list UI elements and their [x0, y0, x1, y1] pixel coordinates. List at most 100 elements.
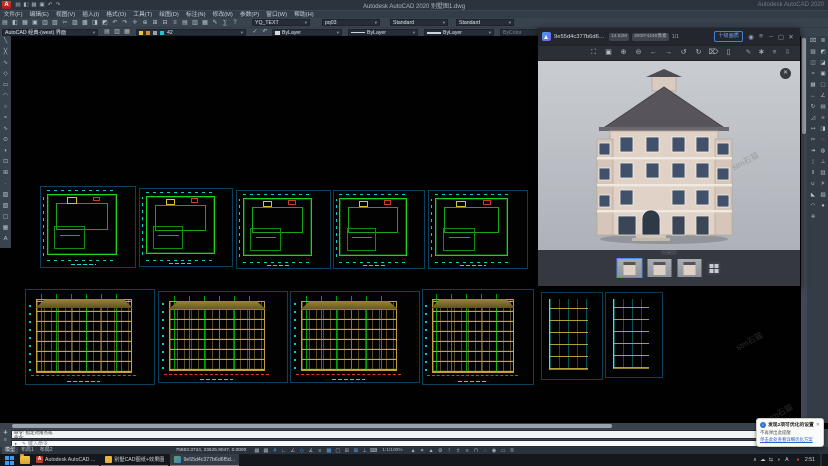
tool-palettes-icon[interactable]: ▥: [190, 19, 200, 27]
break-icon[interactable]: ‖: [808, 168, 818, 179]
save-icon[interactable]: ▦: [20, 19, 30, 27]
scale-icon[interactable]: ◿: [808, 113, 818, 124]
explode-icon[interactable]: ※: [808, 212, 818, 223]
thumbnail-2[interactable]: [648, 259, 672, 277]
properties-icon[interactable]: ≡: [818, 113, 828, 124]
rectangle-icon[interactable]: ▭: [0, 80, 11, 91]
polyline-icon[interactable]: ∿: [0, 58, 11, 69]
hide-icon[interactable]: ◍: [818, 146, 828, 157]
match-icon[interactable]: ◨: [818, 124, 828, 135]
chevron-up-icon[interactable]: ∧: [751, 456, 759, 464]
drawing-plan-5[interactable]: [428, 190, 528, 269]
quality-button[interactable]: 十级画质: [714, 31, 743, 42]
offset-icon[interactable]: ≈: [808, 69, 818, 80]
cut-icon[interactable]: ✂: [60, 19, 70, 27]
circle-icon[interactable]: ○: [0, 102, 11, 113]
viewer-titlebar[interactable]: 9e55d4c377b6d6f5d4.jpg 14.52M 3000*4246像…: [538, 28, 800, 45]
drawing-section-10[interactable]: [541, 292, 603, 380]
save-icon[interactable]: ▦: [30, 1, 38, 9]
taskbar-task-1[interactable]: AAutodesk AutoCAD ...: [32, 454, 99, 466]
quick-calc-icon[interactable]: ∑: [220, 19, 230, 27]
arc-icon[interactable]: ◠: [0, 91, 11, 102]
named-views-icon[interactable]: ▥: [818, 168, 828, 179]
mobile-icon[interactable]: ▯: [721, 49, 736, 57]
polygon-icon[interactable]: ◇: [0, 69, 11, 80]
show-desktop-button[interactable]: [820, 454, 822, 466]
layer-previous-icon[interactable]: ↶: [260, 28, 270, 36]
open-icon[interactable]: ◧: [22, 1, 30, 9]
drawing-plan-3[interactable]: [236, 190, 331, 269]
bring-front-icon[interactable]: ◩: [818, 47, 828, 58]
vip-user-icon[interactable]: ◉: [746, 33, 756, 41]
sheet-set-manager-icon[interactable]: ▦: [200, 19, 210, 27]
construction-line-icon[interactable]: ╳: [0, 47, 11, 58]
file-explorer-icon[interactable]: [20, 456, 30, 464]
trim-icon[interactable]: ✂: [808, 135, 818, 146]
undo-icon[interactable]: ↶: [46, 1, 54, 9]
send-back-icon[interactable]: ◪: [818, 58, 828, 69]
volume-icon[interactable]: ◗: [775, 456, 783, 464]
make-current-icon[interactable]: ✓: [250, 28, 260, 36]
start-button[interactable]: [4, 455, 14, 465]
edit-icon[interactable]: ✎: [742, 49, 755, 57]
minimize-icon[interactable]: –: [766, 33, 776, 41]
dim-style-combo[interactable]: pq03 ▾: [322, 19, 380, 26]
line-icon[interactable]: ╲: [0, 36, 11, 47]
copy-icon[interactable]: ▨: [808, 47, 818, 58]
pan-icon[interactable]: ✛: [130, 19, 140, 27]
tab-layout1[interactable]: 布局1: [18, 447, 37, 454]
measure-icon[interactable]: ∠: [818, 91, 828, 102]
thumbnail-3[interactable]: [678, 259, 702, 277]
drawing-section-11[interactable]: [605, 292, 663, 378]
match-properties-icon[interactable]: ◨: [90, 19, 100, 27]
extend-icon[interactable]: ↠: [808, 146, 818, 157]
spline-icon[interactable]: ∿: [0, 124, 11, 135]
grid-view-button[interactable]: [708, 262, 721, 275]
beautify-icon[interactable]: ✱: [755, 49, 768, 57]
more-icon[interactable]: ≡: [768, 49, 781, 57]
drawing-plan-1[interactable]: [40, 186, 136, 268]
previous-icon[interactable]: ←: [646, 49, 661, 57]
insert-block-icon[interactable]: ⊡: [0, 157, 11, 168]
actual-size-icon[interactable]: ▣: [601, 49, 616, 57]
zoom-out-icon[interactable]: ⊖: [631, 49, 646, 57]
region-icon[interactable]: ▢: [0, 212, 11, 223]
gradient-icon[interactable]: ▧: [0, 201, 11, 212]
mleader-style-combo[interactable]: Standard ▾: [456, 19, 514, 26]
rotate-left-icon[interactable]: ↺: [676, 49, 691, 57]
point-icon[interactable]: ·: [0, 179, 11, 190]
join-icon[interactable]: ∪: [808, 179, 818, 190]
image-viewer-window[interactable]: 9e55d4c377b6d6f5d4.jpg 14.52M 3000*4246像…: [538, 28, 800, 286]
close-float-icon[interactable]: ✕: [780, 68, 791, 79]
paste-icon[interactable]: ▩: [80, 19, 90, 27]
drawing-elevation-7[interactable]: [158, 291, 288, 383]
lineweight-combo[interactable]: ByLayer ▾: [424, 29, 494, 36]
revision-cloud-icon[interactable]: ≈: [0, 113, 11, 124]
redo-icon[interactable]: ↷: [120, 19, 130, 27]
zoom-previous-icon[interactable]: ⊟: [160, 19, 170, 27]
drawing-plan-4[interactable]: [333, 190, 425, 269]
annotation-scale-text[interactable]: 1:1/100%: [382, 448, 402, 453]
render-icon[interactable]: ●: [818, 201, 828, 212]
viewer-image-area[interactable]: stm石猫 ✕: [538, 61, 800, 250]
properties-icon[interactable]: ≡: [170, 19, 180, 27]
text-style-combo[interactable]: YQ_TEXT ▾: [252, 19, 310, 26]
notification-link[interactable]: 单击此处查看详细优化方案: [760, 437, 820, 443]
close-icon[interactable]: ✕: [786, 33, 796, 41]
layer-combo[interactable]: 42 ▾: [136, 29, 246, 36]
block-editor-icon[interactable]: ◩: [100, 19, 110, 27]
make-block-icon[interactable]: ⊞: [0, 168, 11, 179]
tab-model[interactable]: 模型: [2, 447, 18, 454]
markup-icon[interactable]: ✎: [210, 19, 220, 27]
drawing-elevation-8[interactable]: [290, 291, 420, 383]
undo-icon[interactable]: ↶: [110, 19, 120, 27]
design-center-icon[interactable]: ▤: [180, 19, 190, 27]
tab-layout2[interactable]: 布局2: [37, 447, 56, 454]
new-icon[interactable]: ▤: [0, 19, 10, 27]
menu-icon[interactable]: ≡: [756, 33, 766, 41]
zoom-realtime-icon[interactable]: ⊕: [140, 19, 150, 27]
ime-a-icon[interactable]: A: [783, 456, 791, 464]
maximize-icon[interactable]: ▢: [776, 33, 786, 41]
zoom-in-icon[interactable]: ⊕: [616, 49, 631, 57]
cloud-icon[interactable]: ☁: [759, 456, 767, 464]
